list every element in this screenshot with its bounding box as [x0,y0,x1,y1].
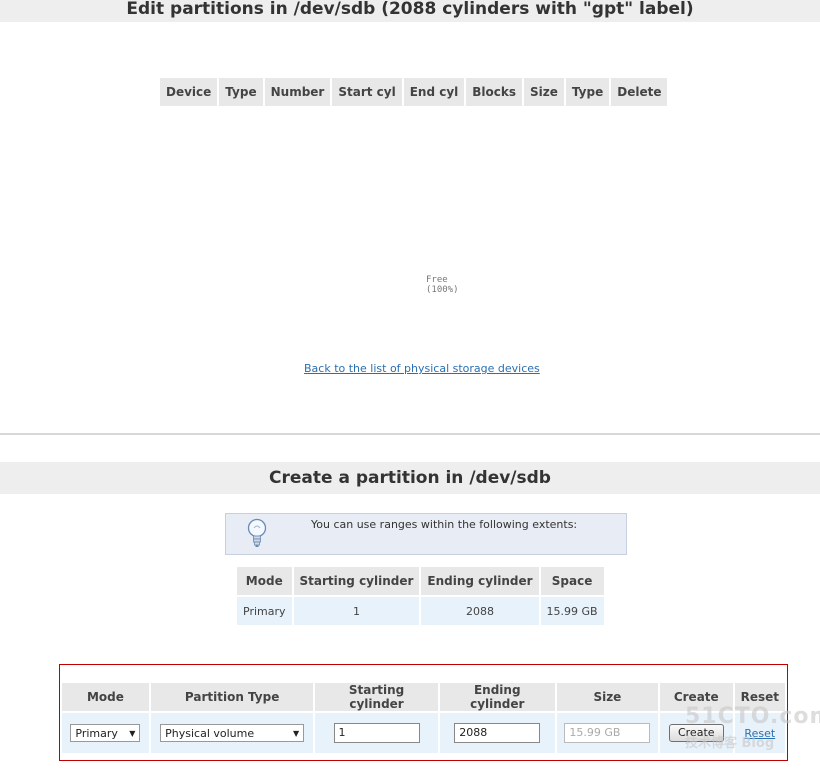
col-blocks: Blocks [466,78,523,106]
extents-col-start: Starting cylinder [293,567,420,595]
reset-link[interactable]: Reset [744,727,775,740]
section-divider [0,433,820,435]
extents-space: 15.99 GB [540,597,604,625]
mode-select[interactable]: Primary ▼ [70,724,141,742]
create-form-table: Mode Partition Type Starting cylinder En… [60,681,787,755]
reset-cell: Reset [734,713,785,753]
create-button[interactable]: Create [668,724,724,742]
create-partition-title: Create a partition in /dev/sdb [0,462,820,494]
form-header-row: Mode Partition Type Starting cylinder En… [62,683,785,711]
extents-mode: Primary [237,597,292,625]
starting-cylinder-input[interactable]: 1 [333,723,420,743]
table-row: Primary 1 2088 15.99 GB [237,597,604,625]
extents-header-row: Mode Starting cylinder Ending cylinder S… [237,567,604,595]
info-text: You can use ranges within the following … [311,518,578,531]
col-delete: Delete [611,78,668,106]
start-cell: 1 [315,713,438,753]
col-type: Type [219,78,263,106]
mode-select-value: Primary [75,726,118,740]
col-start-cyl: Start cyl [332,78,402,106]
create-cell: Create [659,713,733,753]
chevron-down-icon: ▼ [292,728,300,738]
extents-col-end: Ending cylinder [421,567,539,595]
col-device: Device [160,78,218,106]
free-space-label: Free (100%) [426,275,459,295]
partition-type-cell: Physical volume ▼ [150,713,314,753]
col-size: Size [524,78,564,106]
col-end-cyl: End cyl [403,78,465,106]
form-col-size: Size [556,683,658,711]
form-col-mode: Mode [62,683,149,711]
form-col-end: Ending cylinder [439,683,555,711]
extents-col-space: Space [540,567,604,595]
create-partition-form: Mode Partition Type Starting cylinder En… [59,664,788,761]
free-percent: (100%) [426,285,459,295]
lightbulb-icon [247,518,267,547]
form-col-create: Create [659,683,733,711]
end-cell: 2088 [439,713,555,753]
col-number: Number [264,78,331,106]
extents-start: 1 [293,597,420,625]
extents-end: 2088 [421,597,539,625]
chevron-down-icon: ▼ [129,728,136,738]
col-type-2: Type [565,78,610,106]
back-to-devices-link[interactable]: Back to the list of physical storage dev… [304,362,540,375]
partition-type-select[interactable]: Physical volume ▼ [160,724,305,742]
free-text: Free [426,275,448,285]
form-col-start: Starting cylinder [315,683,438,711]
form-input-row: Primary ▼ Physical volume ▼ 1 2088 15.99… [62,713,785,753]
partitions-table: Device Type Number Start cyl End cyl Blo… [158,76,669,108]
form-col-partition-type: Partition Type [150,683,314,711]
partition-type-select-value: Physical volume [165,726,255,740]
mode-cell: Primary ▼ [62,713,149,753]
form-col-reset: Reset [734,683,785,711]
size-cell: 15.99 GB [556,713,658,753]
ending-cylinder-input[interactable]: 2088 [454,723,541,743]
info-box: You can use ranges within the following … [225,513,627,555]
edit-partitions-title: Edit partitions in /dev/sdb (2088 cylind… [0,0,820,22]
size-input: 15.99 GB [564,723,651,743]
extents-col-mode: Mode [237,567,292,595]
extents-table: Mode Starting cylinder Ending cylinder S… [235,565,606,627]
partitions-header-row: Device Type Number Start cyl End cyl Blo… [160,78,668,106]
